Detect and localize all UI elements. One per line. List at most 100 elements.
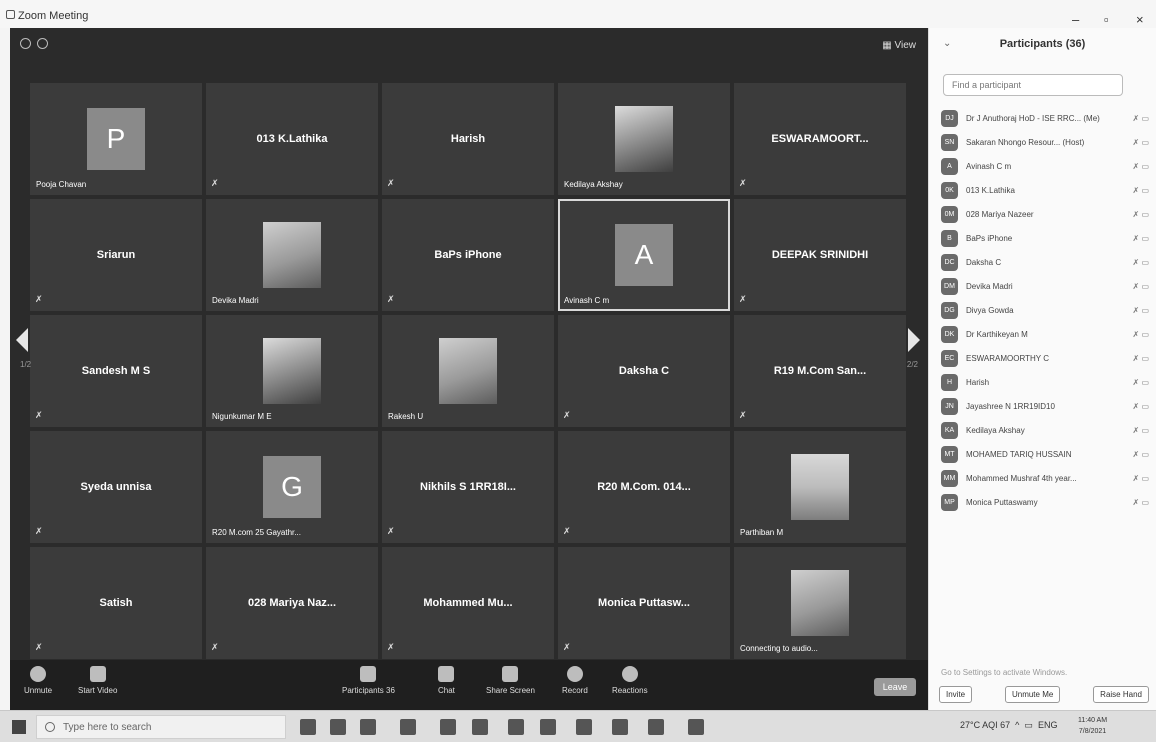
participant-row[interactable]: MM Mohammed Mushraf 4th year... ✗ ▭ — [941, 466, 1149, 490]
record-button[interactable]: Record — [562, 666, 588, 695]
tile-participant-name: DEEPAK SRINIDHI — [771, 249, 869, 261]
video-tile[interactable]: Monica Puttasw... ✗ — [558, 547, 730, 659]
participant-row[interactable]: DG Divya Gowda ✗ ▭ — [941, 298, 1149, 322]
network-icon[interactable]: ▭ — [1024, 720, 1033, 730]
video-tile[interactable]: Nigunkumar M E — [206, 315, 378, 427]
video-tile[interactable]: A Avinash C m — [558, 199, 730, 311]
participant-search-input[interactable]: Find a participant — [943, 74, 1123, 96]
tile-caption: Avinash C m — [564, 296, 610, 305]
participant-avatar: H — [941, 373, 958, 391]
maximize-button[interactable]: ▫ — [1104, 12, 1109, 27]
mute-video-status-icon: ✗ ▭ — [1132, 329, 1149, 339]
tile-caption: Devika Madri — [212, 296, 259, 305]
browser-icon[interactable] — [400, 719, 416, 735]
tile-participant-name: Sriarun — [96, 249, 136, 261]
participants-button[interactable]: Participants 36 — [342, 666, 395, 695]
view-button[interactable]: ▦ View — [882, 40, 916, 51]
participant-name: Divya Gowda — [966, 305, 1014, 315]
participant-row[interactable]: H Harish ✗ ▭ — [941, 370, 1149, 394]
language-indicator[interactable]: ENG — [1038, 720, 1058, 730]
participant-row[interactable]: B BaPs iPhone ✗ ▭ — [941, 226, 1149, 250]
previous-page-arrow-icon[interactable] — [16, 328, 28, 352]
participants-label: Participants — [342, 686, 384, 695]
video-tile[interactable]: Syeda unnisa ✗ — [30, 431, 202, 543]
video-tile[interactable]: 013 K.Lathika ✗ — [206, 83, 378, 195]
mail-icon[interactable] — [472, 719, 488, 735]
participant-name: MOHAMED TARIQ HUSSAIN — [966, 449, 1072, 459]
participant-row[interactable]: A Avinash C m ✗ ▭ — [941, 154, 1149, 178]
tray-chevron-icon[interactable]: ^ — [1015, 720, 1019, 730]
clock[interactable]: 11:40 AM 7/8/2021 — [1078, 715, 1107, 737]
video-tile[interactable]: R20 M.Com. 014... ✗ — [558, 431, 730, 543]
reactions-button[interactable]: Reactions — [612, 666, 648, 695]
video-tile[interactable]: Satish ✗ — [30, 547, 202, 659]
video-tile[interactable]: Sriarun ✗ — [30, 199, 202, 311]
tile-caption: Pooja Chavan — [36, 180, 87, 189]
participant-row[interactable]: 0K 013 K.Lathika ✗ ▭ — [941, 178, 1149, 202]
participant-row[interactable]: DM Devika Madri ✗ ▭ — [941, 274, 1149, 298]
cortana-icon[interactable] — [300, 719, 316, 735]
participant-row[interactable]: DC Daksha C ✗ ▭ — [941, 250, 1149, 274]
start-video-button[interactable]: Start Video — [78, 666, 117, 695]
video-tile[interactable]: P Pooja Chavan — [30, 83, 202, 195]
chrome-icon[interactable] — [440, 719, 456, 735]
file-explorer-icon[interactable] — [360, 719, 376, 735]
video-tile[interactable]: Kedilaya Akshay — [558, 83, 730, 195]
minimize-button[interactable]: – — [1072, 12, 1079, 27]
close-button[interactable]: × — [1136, 12, 1144, 27]
participant-row[interactable]: DJ Dr J Anuthoraj HoD - ISE RRC... (Me) ✗ … — [941, 106, 1149, 130]
video-tile[interactable]: Nikhils S 1RR18I... ✗ — [382, 431, 554, 543]
raise-hand-button[interactable]: Raise Hand — [1093, 686, 1149, 703]
next-page-arrow-icon[interactable] — [908, 328, 920, 352]
excel-icon[interactable] — [576, 719, 592, 735]
share-screen-button[interactable]: Share Screen — [486, 666, 535, 695]
video-tile[interactable]: Rakesh U — [382, 315, 554, 427]
participant-avatar: KA — [941, 421, 958, 439]
windows-start-icon[interactable] — [12, 720, 26, 734]
video-tile[interactable]: Connecting to audio... — [734, 547, 906, 659]
unmute-button[interactable]: Unmute — [24, 666, 52, 695]
zoom-taskbar-icon[interactable] — [688, 719, 704, 735]
participants-count: 36 — [386, 686, 395, 695]
info-icon[interactable] — [20, 38, 31, 49]
video-tile[interactable]: Devika Madri — [206, 199, 378, 311]
video-tile[interactable]: BaPs iPhone ✗ — [382, 199, 554, 311]
participant-row[interactable]: KA Kedilaya Akshay ✗ ▭ — [941, 418, 1149, 442]
word-icon[interactable] — [508, 719, 524, 735]
task-view-icon[interactable] — [330, 719, 346, 735]
participant-name: Harish — [966, 377, 990, 387]
participant-row[interactable]: JN Jayashree N 1RR19ID10 ✗ ▭ — [941, 394, 1149, 418]
video-tile[interactable]: Parthiban M — [734, 431, 906, 543]
chat-button[interactable]: Chat — [438, 666, 455, 695]
video-tile[interactable]: G R20 M.com 25 Gayathr... — [206, 431, 378, 543]
video-tile[interactable]: R19 M.Com San... ✗ — [734, 315, 906, 427]
participant-row[interactable]: EC ESWARAMOORTHY C ✗ ▭ — [941, 346, 1149, 370]
invite-button[interactable]: Invite — [939, 686, 973, 703]
tile-profile-photo — [263, 222, 321, 288]
mic-muted-icon: ✗ — [35, 294, 43, 304]
taskbar-search-input[interactable]: Type here to search — [36, 715, 286, 739]
store-icon[interactable] — [540, 719, 556, 735]
security-shield-icon[interactable] — [37, 38, 48, 49]
video-tile[interactable]: DEEPAK SRINIDHI ✗ — [734, 199, 906, 311]
video-tile[interactable]: 028 Mariya Naz... ✗ — [206, 547, 378, 659]
settings-icon[interactable] — [612, 719, 628, 735]
video-tile[interactable]: Sandesh M S ✗ — [30, 315, 202, 427]
tile-profile-photo — [791, 454, 849, 520]
windows-taskbar: Type here to search 27°C AQI 67 ^ ▭ ENG … — [0, 710, 1156, 742]
video-tile[interactable]: Mohammed Mu... ✗ — [382, 547, 554, 659]
unmute-me-button[interactable]: Unmute Me — [1004, 686, 1061, 703]
participant-row[interactable]: MT MOHAMED TARIQ HUSSAIN ✗ ▭ — [941, 442, 1149, 466]
video-tile[interactable]: ESWARAMOORT... ✗ — [734, 83, 906, 195]
media-icon[interactable] — [648, 719, 664, 735]
participant-row[interactable]: SN Sakaran Nhongo Resour... (Host) ✗ ▭ — [941, 130, 1149, 154]
reactions-icon — [621, 666, 638, 682]
video-tile[interactable]: Harish ✗ — [382, 83, 554, 195]
leave-button[interactable]: Leave — [874, 678, 916, 696]
participant-row[interactable]: MP Monica Puttaswamy ✗ ▭ — [941, 490, 1149, 514]
participant-row[interactable]: 0M 028 Mariya Nazeer ✗ ▭ — [941, 202, 1149, 226]
chat-label: Chat — [438, 686, 455, 695]
meeting-area: ▦ View P Pooja Chavan 013 K.Lathika ✗ Harish… — [10, 28, 928, 710]
video-tile[interactable]: Daksha C ✗ — [558, 315, 730, 427]
participant-row[interactable]: DK Dr Karthikeyan M ✗ ▭ — [941, 322, 1149, 346]
